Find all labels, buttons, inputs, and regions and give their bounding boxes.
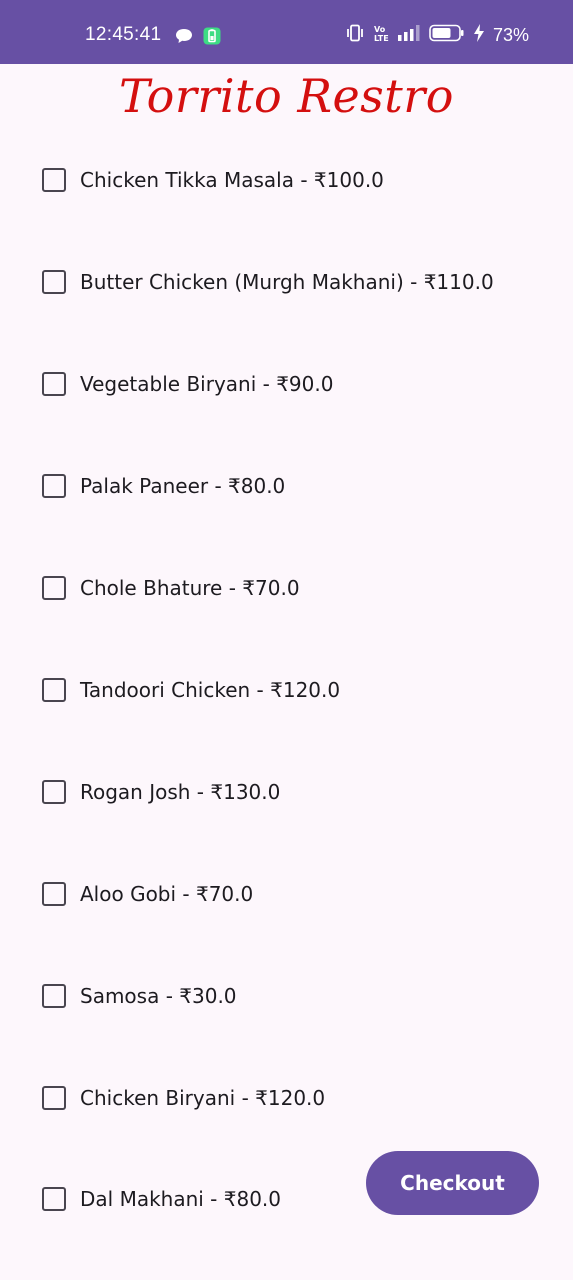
battery-saver-icon bbox=[203, 27, 221, 49]
item-label: Chole Bhature - ₹70.0 bbox=[80, 576, 300, 600]
vibrate-icon bbox=[345, 24, 365, 46]
menu-item[interactable]: Rogan Josh - ₹130.0 bbox=[42, 777, 280, 807]
menu-item[interactable]: Tandoori Chicken - ₹120.0 bbox=[42, 675, 340, 705]
status-bar: 12:45:41 Vo LTE 73% bbox=[0, 0, 573, 64]
item-label: Samosa - ₹30.0 bbox=[80, 984, 237, 1008]
checkbox[interactable] bbox=[42, 576, 66, 600]
svg-text:Vo: Vo bbox=[374, 25, 386, 34]
checkout-button[interactable]: Checkout bbox=[366, 1151, 539, 1215]
checkbox[interactable] bbox=[42, 882, 66, 906]
checkbox[interactable] bbox=[42, 1086, 66, 1110]
item-label: Rogan Josh - ₹130.0 bbox=[80, 780, 281, 804]
battery-icon bbox=[429, 24, 465, 46]
status-left-icons bbox=[175, 27, 221, 49]
menu-item[interactable]: Butter Chicken (Murgh Makhani) - ₹110.0 bbox=[42, 267, 494, 297]
volte-icon: Vo LTE bbox=[373, 24, 389, 46]
chat-bubble-icon bbox=[175, 28, 193, 48]
item-label: Palak Paneer - ₹80.0 bbox=[80, 474, 286, 498]
checkbox[interactable] bbox=[42, 474, 66, 498]
item-label: Chicken Tikka Masala - ₹100.0 bbox=[80, 168, 384, 192]
checkbox[interactable] bbox=[42, 984, 66, 1008]
checkbox[interactable] bbox=[42, 270, 66, 294]
charging-icon bbox=[473, 24, 485, 46]
svg-text:LTE: LTE bbox=[374, 34, 389, 42]
menu-item[interactable]: Aloo Gobi - ₹70.0 bbox=[42, 879, 253, 909]
item-label: Aloo Gobi - ₹70.0 bbox=[80, 882, 254, 906]
checkbox[interactable] bbox=[42, 168, 66, 192]
item-label: Dal Makhani - ₹80.0 bbox=[80, 1187, 282, 1211]
checkbox[interactable] bbox=[42, 372, 66, 396]
menu-item[interactable]: Vegetable Biryani - ₹90.0 bbox=[42, 369, 333, 399]
menu-item[interactable]: Chole Bhature - ₹70.0 bbox=[42, 573, 300, 603]
item-label: Tandoori Chicken - ₹120.0 bbox=[80, 678, 341, 702]
menu-item[interactable]: Dal Makhani - ₹80.0 bbox=[42, 1184, 281, 1214]
status-right-icons: Vo LTE 73% bbox=[345, 24, 529, 46]
checkbox[interactable] bbox=[42, 1187, 66, 1211]
menu-item[interactable]: Palak Paneer - ₹80.0 bbox=[42, 471, 285, 501]
battery-percent: 73% bbox=[492, 24, 529, 45]
item-label: Chicken Biryani - ₹120.0 bbox=[80, 1086, 326, 1110]
menu-item[interactable]: Samosa - ₹30.0 bbox=[42, 981, 237, 1011]
signal-icon bbox=[397, 25, 421, 45]
checkbox[interactable] bbox=[42, 780, 66, 804]
checkbox[interactable] bbox=[42, 678, 66, 702]
status-time: 12:45:41 bbox=[85, 24, 162, 45]
app-title: Torrito Restro bbox=[119, 69, 454, 123]
menu-item[interactable]: Chicken Biryani - ₹120.0 bbox=[42, 1083, 325, 1113]
menu-item[interactable]: Chicken Tikka Masala - ₹100.0 bbox=[42, 165, 384, 195]
item-label: Butter Chicken (Murgh Makhani) - ₹110.0 bbox=[80, 270, 494, 294]
item-label: Vegetable Biryani - ₹90.0 bbox=[80, 372, 334, 396]
